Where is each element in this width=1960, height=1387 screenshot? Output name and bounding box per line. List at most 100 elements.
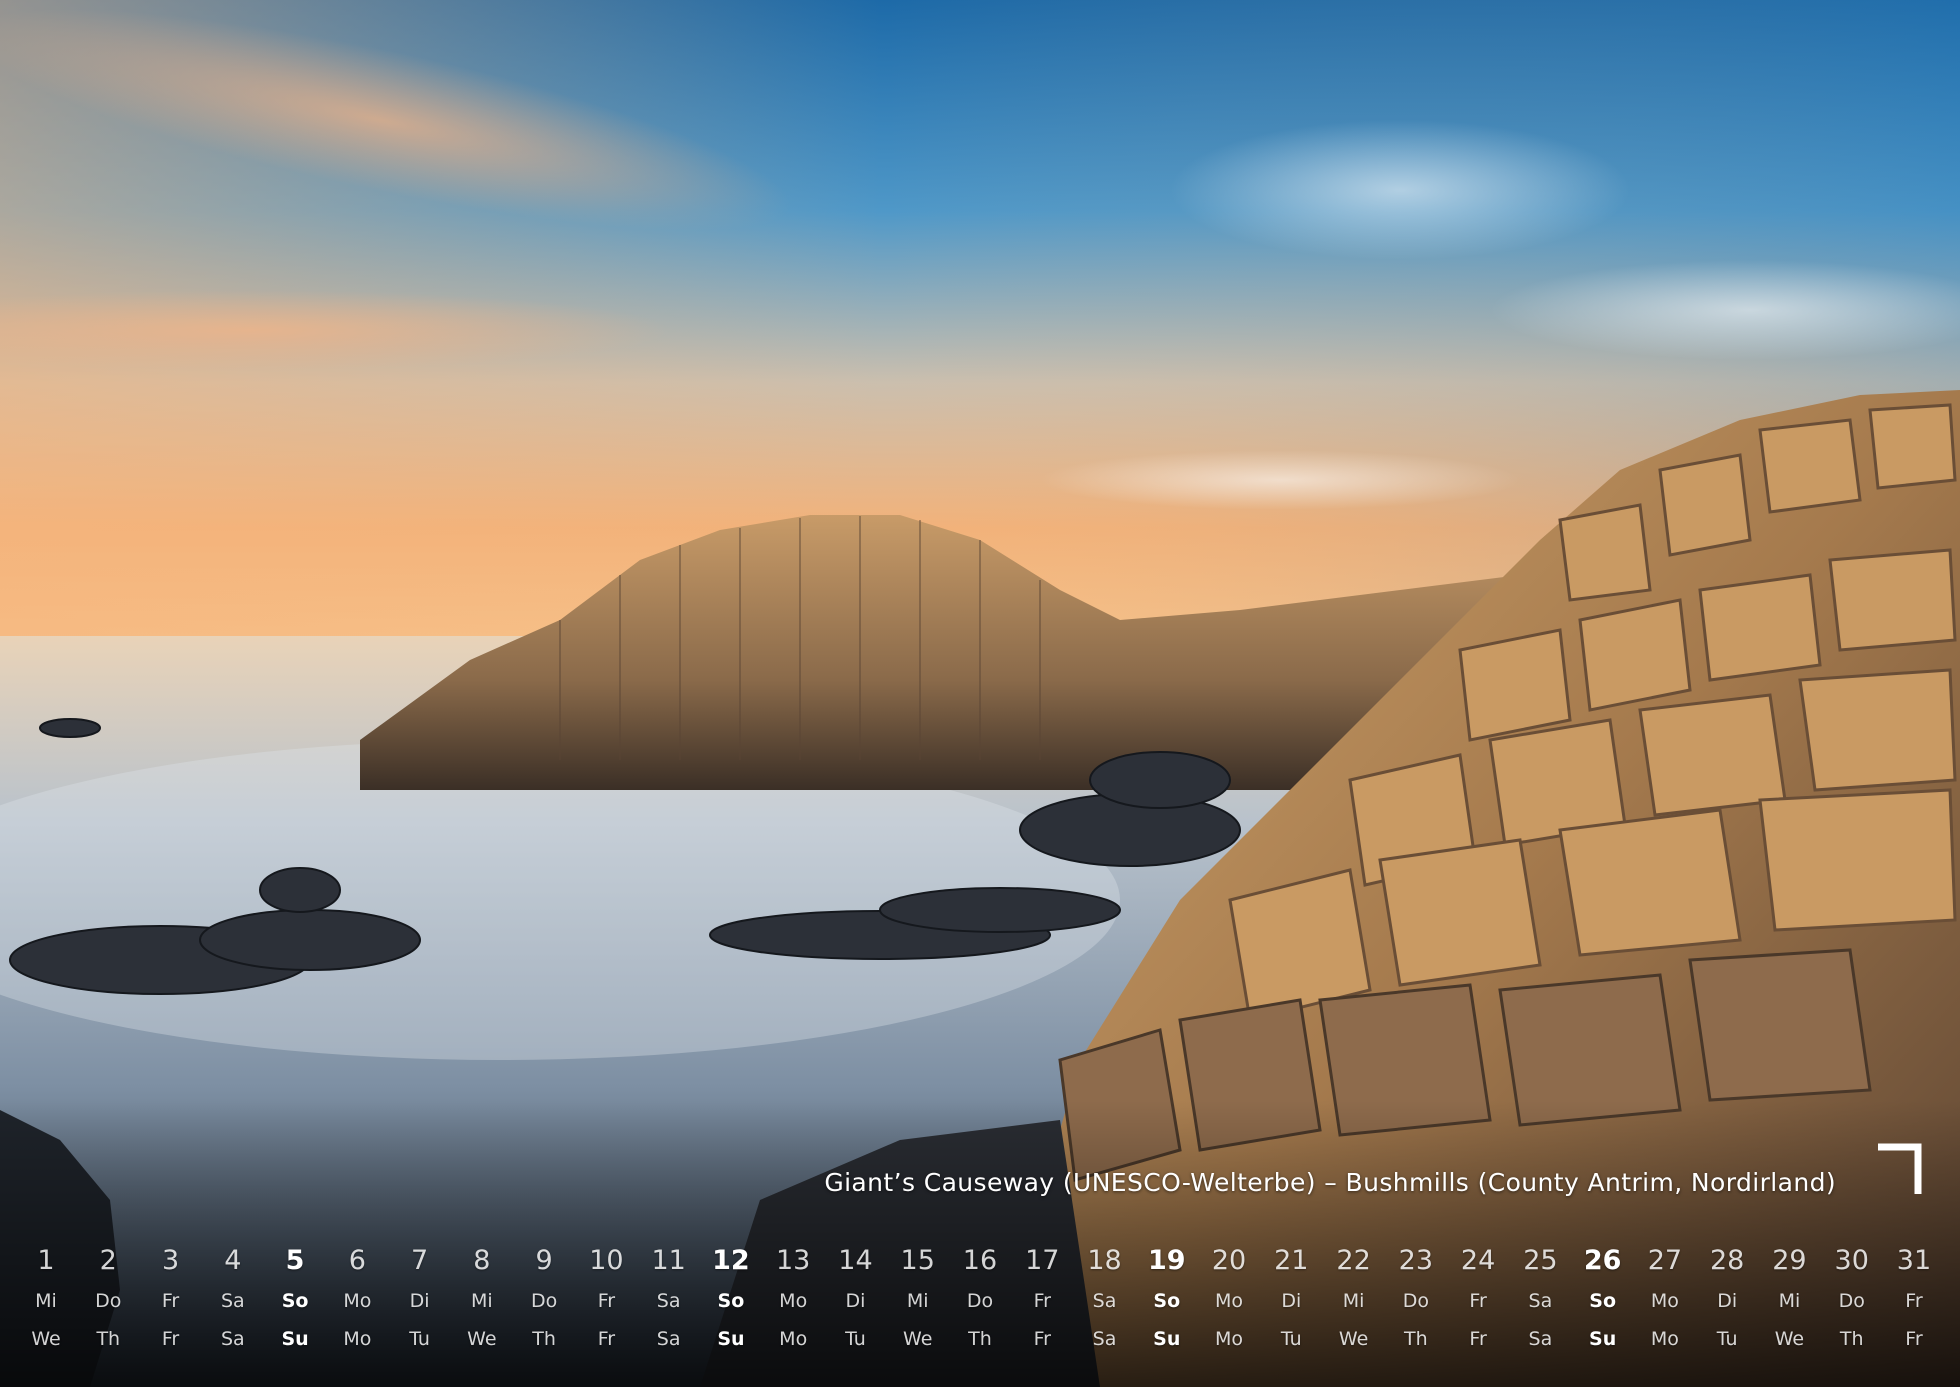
calendar-day: 14 Di Tu <box>826 1240 884 1370</box>
weekday-english: Mo <box>343 1328 372 1350</box>
weekday-german: Sa <box>1092 1290 1117 1312</box>
weekday-german: Do <box>95 1290 122 1312</box>
weekday-german: So <box>281 1290 309 1312</box>
weekday-english: Fr <box>161 1328 180 1350</box>
weekday-english: Th <box>532 1328 556 1350</box>
day-number: 29 <box>1772 1245 1807 1276</box>
day-number: 22 <box>1336 1245 1371 1276</box>
weekday-german: So <box>1589 1290 1617 1312</box>
calendar-day: 7 Di Tu <box>391 1240 449 1370</box>
calendar-day: 19 So Su <box>1138 1240 1196 1370</box>
weekday-english: Mo <box>779 1328 808 1350</box>
weekday-german: Fr <box>597 1290 616 1312</box>
calendar-day: 9 Do Th <box>515 1240 573 1370</box>
weekday-german: Di <box>845 1290 866 1312</box>
weekday-english: We <box>1774 1328 1805 1350</box>
day-number: 18 <box>1087 1245 1122 1276</box>
weekday-german: Do <box>966 1290 994 1312</box>
calendar-day: 1 Mi We <box>17 1240 75 1370</box>
day-number: 23 <box>1398 1245 1434 1276</box>
calendar-day: 24 Fr Fr <box>1449 1240 1507 1370</box>
weekday-german: Mi <box>1342 1290 1365 1312</box>
weekday-english: Sa <box>220 1328 245 1350</box>
weekday-german: Mo <box>779 1290 808 1312</box>
calendar-day: 3 Fr Fr <box>142 1240 200 1370</box>
day-number: 7 <box>411 1245 429 1276</box>
calendar-day: 5 So Su <box>266 1240 324 1370</box>
weekday-english: Tu <box>845 1328 866 1350</box>
calendar-day: 8 Mi We <box>453 1240 511 1370</box>
calendar-day: 27 Mo Mo <box>1636 1240 1694 1370</box>
weekday-english: Tu <box>1716 1328 1738 1350</box>
weekday-german: Mo <box>343 1290 372 1312</box>
weekday-german: Sa <box>220 1290 245 1312</box>
weekday-english: Sa <box>656 1328 681 1350</box>
weekday-english: We <box>467 1328 497 1350</box>
weekday-english: Sa <box>1092 1328 1117 1350</box>
calendar-page: Giant’s Causeway (UNESCO-Welterbe) – Bus… <box>0 0 1960 1387</box>
calendar-day: 21 Di Tu <box>1262 1240 1320 1370</box>
calendar-day: 25 Sa Sa <box>1511 1240 1569 1370</box>
weekday-english: Su <box>717 1328 745 1350</box>
weekday-english: Sa <box>1528 1328 1553 1350</box>
day-number: 19 <box>1147 1245 1186 1276</box>
calendar-day: 11 Sa Sa <box>640 1240 698 1370</box>
weekday-german: Sa <box>656 1290 681 1312</box>
weekday-german: Fr <box>161 1290 180 1312</box>
calendar-day: 15 Mi We <box>889 1240 947 1370</box>
weekday-english: Su <box>1589 1328 1617 1350</box>
weekday-german: Di <box>409 1290 430 1312</box>
weekday-german: Sa <box>1528 1290 1553 1312</box>
calendar-day: 28 Di Tu <box>1698 1240 1756 1370</box>
weekday-german: Mi <box>471 1290 493 1312</box>
calendar-day: 22 Mi We <box>1325 1240 1383 1370</box>
weekday-german: Mo <box>1215 1290 1244 1312</box>
calendar-day: 30 Do Th <box>1823 1240 1881 1370</box>
photo-caption: Giant’s Causeway (UNESCO-Welterbe) – Bus… <box>824 1168 1836 1197</box>
weekday-german: Mo <box>1650 1290 1679 1312</box>
weekday-german: Fr <box>1905 1290 1923 1312</box>
month-calendar-strip: 1 Mi We 2 Do Th 3 Fr Fr 4 Sa Sa 5 So Su 6 Mo Mo 7 Di Tu 8 Mi We… <box>17 1240 1943 1370</box>
weekday-english: Fr <box>1033 1328 1051 1350</box>
weekday-english: Fr <box>597 1328 616 1350</box>
weekday-german: So <box>717 1290 745 1312</box>
day-number: 27 <box>1647 1245 1683 1276</box>
weekday-german: Fr <box>1033 1290 1051 1312</box>
weekday-english: Fr <box>1905 1328 1923 1350</box>
day-number: 11 <box>651 1245 686 1276</box>
day-number: 26 <box>1583 1245 1622 1276</box>
calendar-day: 6 Mo Mo <box>328 1240 386 1370</box>
day-number: 2 <box>99 1245 117 1276</box>
day-number: 16 <box>962 1245 998 1276</box>
day-number: 14 <box>838 1245 873 1276</box>
weekday-english: Th <box>1839 1328 1864 1350</box>
day-number: 3 <box>161 1245 180 1276</box>
weekday-german: Do <box>530 1290 558 1312</box>
calendar-day: 17 Fr Fr <box>1013 1240 1071 1370</box>
calendar-day: 13 Mo Mo <box>764 1240 822 1370</box>
weekday-english: We <box>903 1328 933 1350</box>
weekday-german: Do <box>1838 1290 1865 1312</box>
calendar-day: 29 Mi We <box>1760 1240 1818 1370</box>
calendar-day: 26 So Su <box>1574 1240 1632 1370</box>
day-number: 13 <box>776 1245 811 1276</box>
day-number: 24 <box>1460 1245 1496 1276</box>
day-number: 8 <box>473 1245 491 1276</box>
day-number: 28 <box>1709 1245 1745 1276</box>
weekday-english: Th <box>96 1328 121 1350</box>
calendar-day: 16 Do Th <box>951 1240 1009 1370</box>
weekday-english: Tu <box>1280 1328 1302 1350</box>
month-number-7 <box>1876 1142 1924 1198</box>
day-number: 10 <box>589 1245 624 1276</box>
calendar-day: 10 Fr Fr <box>577 1240 635 1370</box>
weekday-english: Th <box>968 1328 992 1350</box>
day-number: 15 <box>900 1245 935 1276</box>
day-number: 1 <box>37 1245 55 1276</box>
weekday-german: Fr <box>1469 1290 1487 1312</box>
weekday-english: Fr <box>1469 1328 1487 1350</box>
weekday-english: Su <box>281 1328 309 1350</box>
day-number: 6 <box>348 1245 366 1276</box>
weekday-english: Su <box>1153 1328 1181 1350</box>
weekday-german: Mi <box>1778 1290 1801 1312</box>
calendar-day: 2 Do Th <box>79 1240 137 1370</box>
